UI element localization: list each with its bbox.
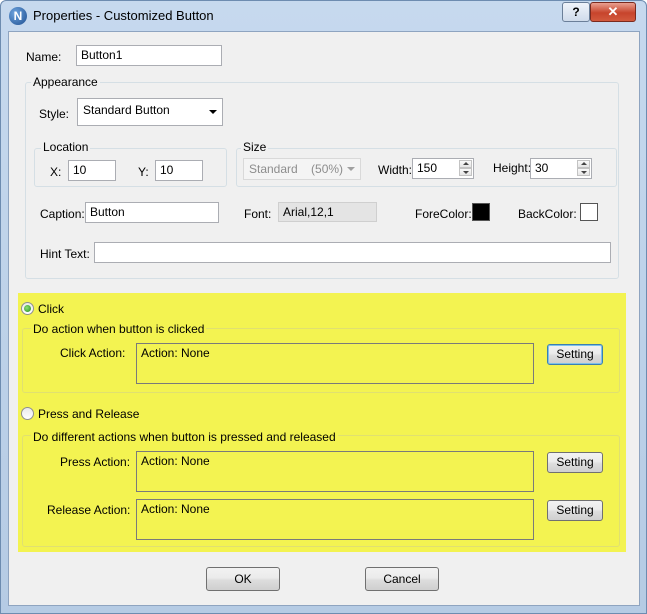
forecolor-swatch[interactable] [472, 203, 490, 221]
spin-up-icon[interactable] [577, 160, 590, 168]
press-setting-button[interactable]: Setting [547, 452, 603, 473]
cancel-button[interactable]: Cancel [365, 567, 439, 591]
hint-text-label: Hint Text: [40, 247, 90, 261]
help-button[interactable]: ? [562, 2, 590, 22]
location-group-title: Location [41, 140, 91, 154]
width-spin-buttons[interactable] [459, 160, 472, 176]
caption-label: Caption: [40, 207, 85, 221]
width-spinner[interactable]: 150 [412, 158, 474, 179]
release-action-label: Release Action: [47, 503, 131, 517]
release-setting-button[interactable]: Setting [547, 500, 603, 521]
location-x-label: X: [50, 165, 62, 179]
action-section-highlight: Click Do action when button is clicked C… [18, 293, 626, 552]
release-action-box: Action: None [136, 499, 534, 540]
press-action-box: Action: None [136, 451, 534, 492]
location-y-input[interactable]: 10 [155, 160, 203, 181]
click-group-title: Do action when button is clicked [31, 322, 207, 336]
height-spinner[interactable]: 30 [530, 158, 592, 179]
press-release-radio[interactable] [21, 407, 34, 420]
press-action-label: Press Action: [60, 455, 131, 469]
caption-input[interactable]: Button [85, 202, 219, 223]
ok-button[interactable]: OK [206, 567, 280, 591]
height-spin-buttons[interactable] [577, 160, 590, 176]
width-label: Width: [378, 163, 413, 177]
click-radio[interactable] [21, 302, 34, 315]
dialog-body: Name: Button1 Appearance Style: Standard… [8, 31, 640, 606]
chevron-down-icon [209, 110, 217, 114]
name-input[interactable]: Button1 [76, 45, 222, 66]
appearance-group-title: Appearance [31, 75, 100, 89]
style-label: Style: [39, 107, 70, 121]
font-value[interactable]: Arial,12,1 [278, 202, 377, 222]
spin-down-icon[interactable] [459, 168, 472, 176]
name-label: Name: [26, 50, 62, 64]
press-release-radio-label[interactable]: Press and Release [38, 407, 139, 421]
hint-text-input[interactable] [94, 242, 611, 263]
press-release-group-title: Do different actions when button is pres… [31, 430, 338, 444]
size-preset-value: Standard (50%) [249, 162, 344, 176]
backcolor-swatch[interactable] [580, 203, 598, 221]
forecolor-label: ForeColor: [415, 207, 472, 221]
dialog-window: N Properties - Customized Button ? ✕ Nam… [0, 0, 647, 614]
spin-up-icon[interactable] [459, 160, 472, 168]
style-dropdown-value: Standard Button [83, 103, 170, 117]
click-setting-button[interactable]: Setting [547, 344, 603, 365]
title-bar[interactable]: N Properties - Customized Button ? ✕ [1, 1, 646, 31]
height-value: 30 [535, 161, 549, 175]
close-button[interactable]: ✕ [590, 2, 636, 22]
chevron-down-icon [347, 167, 355, 171]
location-y-label: Y: [138, 165, 149, 179]
click-radio-label[interactable]: Click [38, 302, 64, 316]
spin-down-icon[interactable] [577, 168, 590, 176]
font-label: Font: [244, 207, 272, 221]
app-logo-icon: N [9, 7, 27, 25]
window-title: Properties - Customized Button [33, 8, 214, 23]
size-group-title: Size [241, 140, 269, 154]
click-action-label: Click Action: [60, 346, 126, 360]
backcolor-label: BackColor: [518, 207, 577, 221]
size-preset-dropdown: Standard (50%) [243, 158, 361, 180]
width-value: 150 [417, 161, 438, 175]
location-x-input[interactable]: 10 [68, 160, 116, 181]
height-label: Height: [493, 161, 532, 175]
click-action-box: Action: None [136, 343, 534, 384]
style-dropdown[interactable]: Standard Button [77, 98, 223, 126]
